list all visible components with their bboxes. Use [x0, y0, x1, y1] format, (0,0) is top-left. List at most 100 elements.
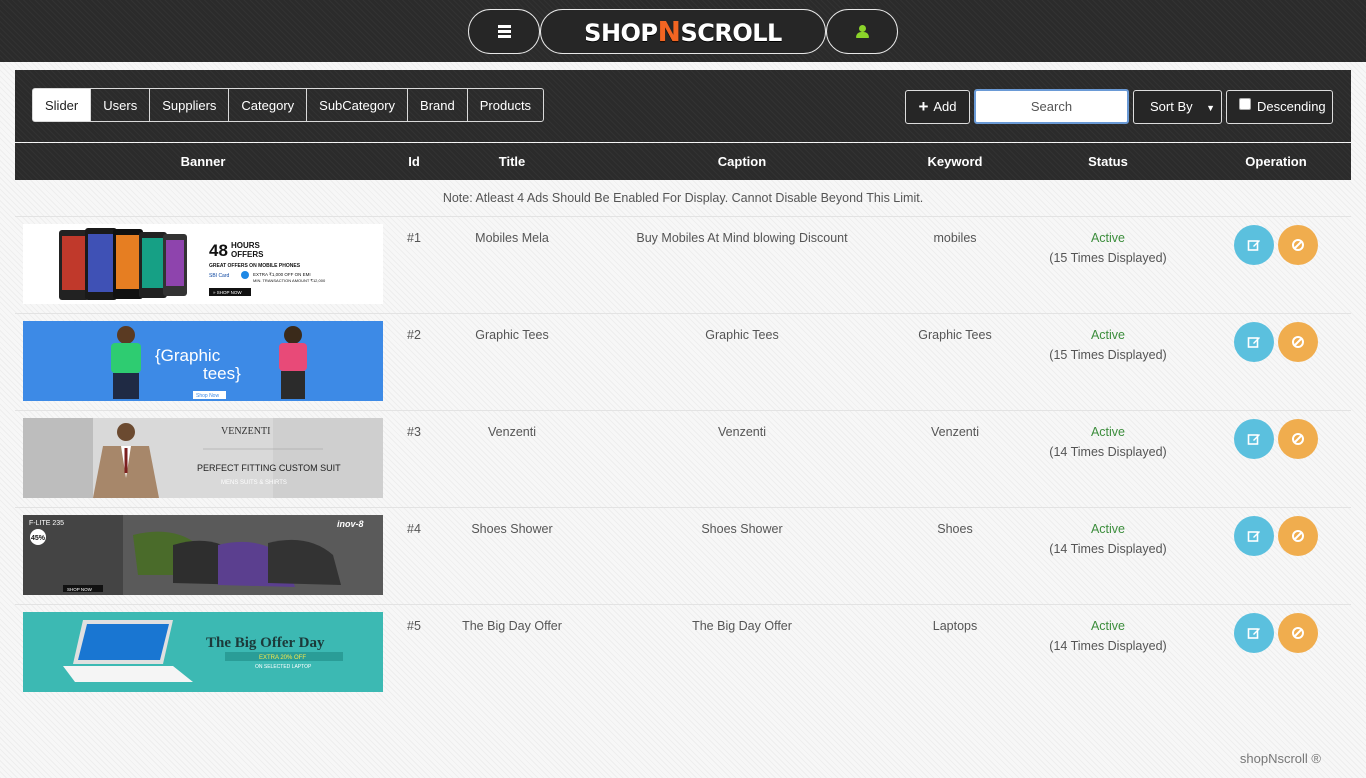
svg-text:SBI Card: SBI Card: [209, 273, 230, 279]
menu-button[interactable]: [468, 9, 540, 54]
edit-button[interactable]: [1234, 225, 1274, 265]
display-count: (14 Times Displayed): [1049, 445, 1167, 459]
banner-image-laptops: The Big Offer Day EXTRA 20% OFF ON SELEC…: [23, 612, 383, 692]
row-operations: [1234, 613, 1318, 653]
limit-note: Note: Atleast 4 Ads Should Be Enabled Fo…: [15, 180, 1351, 217]
svg-text:MENS SUITS & SHIRTS: MENS SUITS & SHIRTS: [221, 480, 287, 486]
row-title: Mobiles Mela: [475, 231, 549, 245]
logo: SHOPNSCROLL: [584, 15, 782, 48]
row-id: #4: [407, 522, 421, 536]
tab-bar: Slider Users Suppliers Category SubCateg…: [32, 88, 545, 122]
svg-text:HOURS: HOURS: [231, 241, 261, 250]
row-id: #5: [407, 619, 421, 633]
svg-text:GREAT OFFERS ON MOBILE PHONES: GREAT OFFERS ON MOBILE PHONES: [209, 263, 301, 269]
hamburger-icon: [497, 25, 511, 38]
tab-suppliers[interactable]: Suppliers: [149, 88, 230, 122]
add-button[interactable]: + Add: [905, 89, 970, 124]
disable-button[interactable]: [1278, 322, 1318, 362]
svg-text:MIN. TRANSACTION AMOUNT ₹12,00: MIN. TRANSACTION AMOUNT ₹12,000: [253, 278, 326, 283]
descending-toggle[interactable]: Descending: [1226, 89, 1333, 124]
sort-by-label: Sort By: [1150, 99, 1193, 114]
display-count: (14 Times Displayed): [1049, 542, 1167, 556]
edit-icon: [1247, 628, 1260, 639]
logo-link[interactable]: SHOPNSCROLL: [540, 9, 826, 54]
row-operations: [1234, 516, 1318, 556]
add-label: Add: [933, 99, 957, 114]
status-active-text: Active: [1090, 328, 1126, 342]
ban-icon: [1292, 239, 1304, 251]
descending-label: Descending: [1257, 99, 1326, 114]
tab-users[interactable]: Users: [90, 88, 151, 122]
banner-laptop-graphic: The Big Offer Day EXTRA 20% OFF ON SELEC…: [23, 612, 383, 692]
disable-button[interactable]: [1278, 419, 1318, 459]
display-count: (15 Times Displayed): [1049, 251, 1167, 265]
ban-icon: [1292, 627, 1304, 639]
banner-mobiles-graphic: 48 HOURS OFFERS GREAT OFFERS ON MOBILE P…: [23, 224, 383, 304]
caret-down-icon: ▼: [1206, 102, 1215, 113]
column-header-title: Title: [498, 154, 526, 169]
row-status: Active (14 Times Displayed): [1028, 616, 1188, 656]
column-header-caption: Caption: [717, 154, 767, 169]
row-title: The Big Day Offer: [462, 619, 562, 633]
svg-text:PERFECT FITTING CUSTOM SUIT: PERFECT FITTING CUSTOM SUIT: [197, 463, 341, 473]
banner-image-graphic-tees: {Graphic tees} Shop Now: [23, 321, 383, 401]
banner-venzenti-graphic: VENZENTI PERFECT FITTING CUSTOM SUIT MEN…: [23, 418, 383, 498]
table-row: The Big Offer Day EXTRA 20% OFF ON SELEC…: [15, 605, 1351, 702]
disable-button[interactable]: [1278, 613, 1318, 653]
row-operations: [1234, 322, 1318, 362]
tab-slider[interactable]: Slider: [32, 88, 92, 122]
svg-text:F-LITE 235: F-LITE 235: [29, 520, 64, 527]
edit-button[interactable]: [1234, 419, 1274, 459]
banner-image-venzenti: VENZENTI PERFECT FITTING CUSTOM SUIT MEN…: [23, 418, 383, 498]
status-active-text: Active: [1090, 231, 1126, 245]
edit-icon: [1247, 240, 1260, 251]
svg-text:Shop Now: Shop Now: [196, 393, 219, 399]
top-navbar: SHOPNSCROLL: [0, 0, 1366, 62]
row-keyword: Shoes: [937, 522, 973, 536]
edit-icon: [1247, 337, 1260, 348]
svg-text:{Graphic: {Graphic: [155, 346, 221, 365]
svg-text:48: 48: [209, 241, 228, 260]
search-input[interactable]: [974, 89, 1129, 124]
row-status: Active (15 Times Displayed): [1028, 228, 1188, 268]
row-keyword: mobiles: [933, 231, 977, 245]
svg-text:The Big Offer Day: The Big Offer Day: [206, 635, 325, 651]
footer-credit: shopNscroll ®: [1239, 751, 1321, 766]
edit-icon: [1247, 531, 1260, 542]
row-title: Venzenti: [488, 425, 536, 439]
column-header-id: Id: [408, 154, 420, 169]
plus-icon: +: [918, 97, 929, 116]
sort-by-select[interactable]: Sort By ▼: [1133, 89, 1222, 124]
tab-category[interactable]: Category: [228, 88, 308, 122]
svg-text:EXTRA ₹1,000 OFF ON EMI: EXTRA ₹1,000 OFF ON EMI: [253, 272, 311, 277]
descending-checkbox[interactable]: [1239, 97, 1251, 110]
status-active-text: Active: [1090, 522, 1126, 536]
ban-icon: [1292, 530, 1304, 542]
svg-text:ON SELECTED LAPTOP: ON SELECTED LAPTOP: [255, 664, 312, 670]
user-button[interactable]: [826, 9, 898, 54]
status-active-text: Active: [1090, 619, 1126, 633]
ban-icon: [1292, 433, 1304, 445]
column-header-banner: Banner: [180, 154, 226, 169]
disable-button[interactable]: [1278, 225, 1318, 265]
ban-icon: [1292, 336, 1304, 348]
tab-products[interactable]: Products: [466, 88, 545, 122]
row-keyword: Venzenti: [931, 425, 979, 439]
table-row: 48 HOURS OFFERS GREAT OFFERS ON MOBILE P…: [15, 217, 1351, 314]
column-header-status: Status: [1088, 154, 1128, 169]
row-id: #1: [407, 231, 421, 245]
edit-button[interactable]: [1234, 613, 1274, 653]
table-row: VENZENTI PERFECT FITTING CUSTOM SUIT MEN…: [15, 411, 1351, 508]
row-id: #3: [407, 425, 421, 439]
edit-button[interactable]: [1234, 516, 1274, 556]
svg-text:EXTRA 20% OFF: EXTRA 20% OFF: [259, 655, 306, 661]
column-header-operation: Operation: [1245, 154, 1307, 169]
svg-text:inov-8: inov-8: [337, 519, 364, 529]
tab-brand[interactable]: Brand: [407, 88, 468, 122]
row-caption: Venzenti: [718, 425, 766, 439]
edit-button[interactable]: [1234, 322, 1274, 362]
disable-button[interactable]: [1278, 516, 1318, 556]
svg-text:45%: 45%: [31, 535, 46, 542]
status-active-text: Active: [1090, 425, 1126, 439]
tab-subcategory[interactable]: SubCategory: [306, 88, 409, 122]
